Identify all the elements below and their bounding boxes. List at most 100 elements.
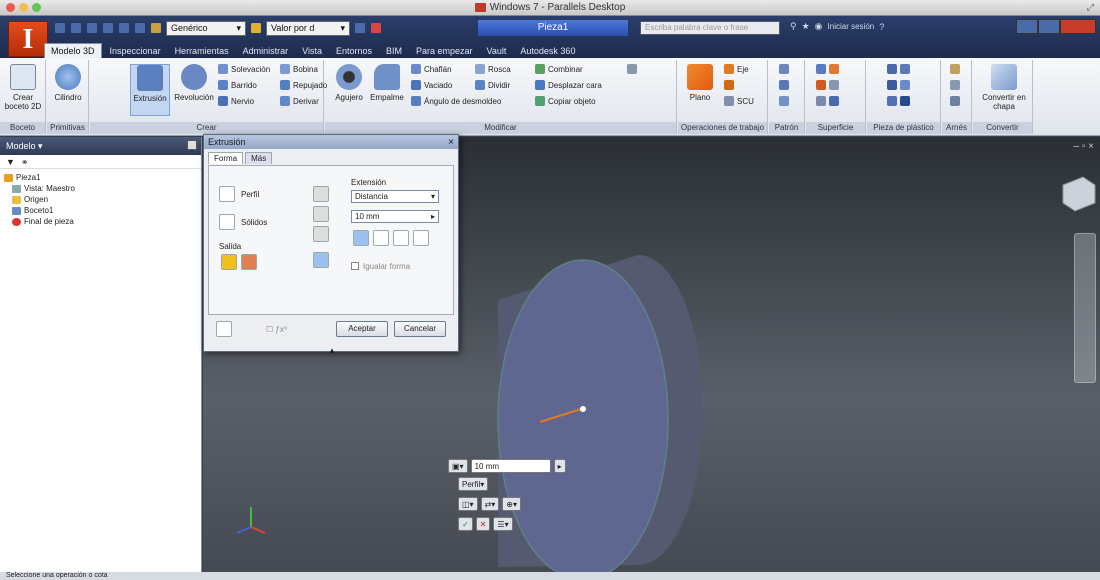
output-surface-icon[interactable] (241, 254, 257, 270)
delete-face-button[interactable] (627, 64, 637, 74)
fullscreen-icon[interactable]: ⤢ (1087, 2, 1094, 13)
app-menu-button[interactable]: I (8, 21, 48, 57)
material-select[interactable]: Genérico ▾ (166, 20, 246, 36)
rosca-button[interactable]: Rosca (475, 64, 511, 74)
tree-item[interactable]: Final de pieza (4, 216, 197, 227)
intersect-icon[interactable] (313, 226, 329, 242)
desplazar-cara-button[interactable]: Desplazar cara (535, 80, 602, 90)
tab-administrar[interactable]: Administrar (237, 44, 295, 58)
boss-button[interactable] (887, 80, 910, 90)
new-icon[interactable] (54, 22, 66, 34)
solevacion-button[interactable]: Solevación (218, 64, 270, 74)
superficie-panel-title[interactable]: Superficie (806, 122, 865, 134)
direction-default-icon[interactable] (353, 230, 369, 246)
save-icon[interactable] (86, 22, 98, 34)
vaciado-button[interactable]: Vaciado (411, 80, 452, 90)
extend-icon[interactable] (829, 96, 839, 106)
check-icon[interactable]: ✓ (458, 517, 473, 531)
close-icon[interactable] (187, 140, 197, 150)
revolucion-button[interactable]: Revolución (174, 64, 214, 102)
tab-mas[interactable]: Más (245, 152, 273, 164)
eje-button[interactable]: Eje (724, 64, 749, 74)
agujero-button[interactable]: Agujero (329, 64, 369, 102)
new-solid-icon[interactable] (313, 252, 329, 268)
binoculars-icon[interactable]: ⚭ (21, 157, 29, 167)
direction-flip-icon[interactable] (373, 230, 389, 246)
distance-field[interactable]: 10 mm ▸ (351, 210, 439, 223)
tab-forma[interactable]: Forma (208, 152, 244, 164)
cilindro-button[interactable]: Cilindro (48, 64, 88, 102)
rectangular-pattern-button[interactable] (779, 64, 789, 74)
binoculars-icon[interactable]: ⚲ (790, 21, 797, 32)
minimize-icon[interactable] (19, 3, 28, 12)
chaflan-button[interactable]: Chaflán (411, 64, 452, 74)
join-icon[interactable] (313, 186, 329, 202)
close-button[interactable] (1060, 19, 1096, 34)
profile-select-icon[interactable] (219, 186, 235, 202)
snap-fit-icon[interactable] (900, 80, 910, 90)
mirror-button[interactable] (779, 96, 789, 106)
igualar-forma-checkbox[interactable] (351, 262, 359, 270)
tab-herramientas[interactable]: Herramientas (169, 44, 235, 58)
tab-modelo-3d[interactable]: Modelo 3D (44, 43, 102, 58)
distance-mode-button[interactable]: ▣▾ (448, 459, 468, 473)
plano-button[interactable]: Plano (680, 64, 720, 102)
thicken-button[interactable] (816, 64, 839, 74)
appearance-select[interactable]: Valor por d ▾ (266, 20, 350, 36)
angulo-desmoldeo-button[interactable]: Ángulo de desmoldeo (411, 96, 501, 106)
dialog-titlebar[interactable]: Extrusión × (204, 135, 458, 149)
scu-button[interactable]: SCU (724, 96, 754, 106)
direction-button[interactable]: ⇄▾ (480, 497, 500, 511)
circular-pattern-button[interactable] (779, 80, 789, 90)
extrusion-button[interactable]: Extrusión (130, 64, 170, 116)
help-icon[interactable]: ? (879, 22, 884, 32)
tab-entornos[interactable]: Entornos (330, 44, 378, 58)
direction-symmetric-icon[interactable] (393, 230, 409, 246)
options-button[interactable]: ☰▾ (493, 517, 513, 531)
signin-link[interactable]: Iniciar sesión (828, 22, 875, 31)
rule-fillet-icon[interactable] (900, 96, 910, 106)
cancelar-button[interactable]: Cancelar (394, 321, 446, 337)
empalme-button[interactable]: Empalme (367, 64, 407, 102)
undo-icon[interactable] (102, 22, 114, 34)
drag-handle[interactable] (580, 406, 586, 412)
harness-button-1[interactable] (950, 64, 960, 74)
cancel-icon[interactable]: ✕ (475, 517, 491, 531)
crear-boceto-button[interactable]: Crear boceto 2D (3, 64, 43, 111)
dividir-button[interactable]: Dividir (475, 80, 510, 90)
measure-icon[interactable] (354, 22, 366, 34)
help-icon[interactable] (216, 321, 232, 337)
tab-para-empezar[interactable]: Para empezar (410, 44, 479, 58)
bobina-button[interactable]: Bobina (280, 64, 318, 74)
repujado-button[interactable]: Repujado (280, 80, 327, 90)
tab-autodesk-360[interactable]: Autodesk 360 (514, 44, 581, 58)
select-icon[interactable] (134, 22, 146, 34)
distance-input[interactable]: 10 mm (470, 459, 551, 473)
harness-button-3[interactable] (950, 96, 960, 106)
perfil-button[interactable]: Perfil ▾ (458, 477, 489, 491)
aceptar-button[interactable]: Aceptar (336, 321, 388, 337)
close-icon[interactable]: × (448, 136, 454, 150)
redo-icon[interactable] (118, 22, 130, 34)
lip-button[interactable] (887, 96, 910, 106)
traffic-lights[interactable] (6, 3, 41, 12)
open-icon[interactable] (70, 22, 82, 34)
modificar-panel-title[interactable]: Modificar (325, 122, 676, 134)
filter-icon[interactable]: ▼ (6, 157, 15, 167)
stitch-icon[interactable] (829, 64, 839, 74)
tree-item[interactable]: Boceto1 (4, 205, 197, 216)
rest-icon[interactable] (900, 64, 910, 74)
viewcube-icon[interactable] (1062, 176, 1096, 212)
combinar-button[interactable]: Combinar (535, 64, 583, 74)
solids-select-icon[interactable] (219, 214, 235, 230)
point-button[interactable] (724, 80, 734, 90)
navigation-bar[interactable] (1074, 233, 1096, 383)
output-solid-icon[interactable] (221, 254, 237, 270)
minimize-button[interactable] (1016, 19, 1038, 34)
tab-inspeccionar[interactable]: Inspeccionar (104, 44, 167, 58)
extension-select[interactable]: Distancia ▾ (351, 190, 439, 203)
crear-panel-title[interactable]: Crear (90, 122, 323, 134)
play-icon[interactable]: ▸ (553, 459, 566, 473)
cut-icon[interactable] (313, 206, 329, 222)
user-icon[interactable]: ◉ (815, 21, 823, 32)
